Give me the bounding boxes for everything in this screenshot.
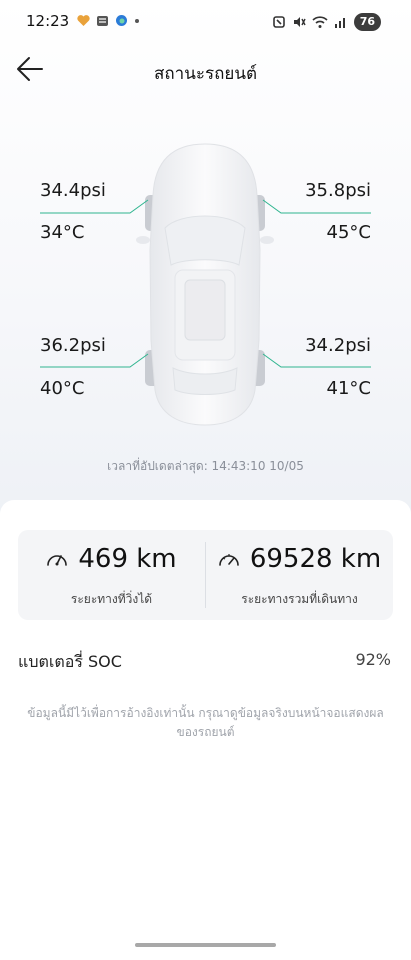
signal-icon (334, 18, 345, 28)
remaining-range: 469 km ระยะทางที่วิ่งได้ (18, 530, 205, 620)
rear-right-temp: 41°C (326, 378, 371, 399)
disclaimer-text: ข้อมูลนี้มีไว้เพื่อการอ้างอิงเท่านั้น กร… (27, 706, 384, 739)
front-right-temp: 45°C (326, 222, 371, 243)
car-status-area: 34.4psi 34°C 35.8psi 45°C 36.2psi 40°C 3… (0, 130, 411, 430)
remaining-range-value: 469 km (78, 544, 177, 574)
page-title: สถานะรถยนต์ (153, 64, 257, 84)
status-bar: 12:23 76 (0, 0, 411, 44)
front-right-pressure: 35.8psi (305, 180, 371, 201)
remaining-range-label: ระยะทางที่วิ่งได้ (70, 592, 153, 606)
rear-left-temp: 40°C (40, 378, 85, 399)
system-icons: 76 (272, 13, 381, 31)
range-card: 469 km ระยะทางที่วิ่งได้ 69528 km ระยะทา… (18, 530, 393, 620)
total-distance-value: 69528 km (249, 544, 382, 574)
front-left-temp: 34°C (40, 222, 85, 243)
box-app-icon (97, 16, 108, 26)
app-header: สถานะรถยนต์ (0, 48, 411, 92)
home-indicator[interactable] (135, 943, 276, 947)
edge-browser-icon (116, 15, 127, 26)
battery-soc-value: 92% (355, 650, 391, 669)
details-sheet: 469 km ระยะทางที่วิ่งได้ 69528 km ระยะทา… (0, 500, 411, 960)
speedometer-icon (47, 555, 68, 566)
battery-soc-label: แบตเตอรี่ SOC (18, 652, 122, 671)
dot-icon (135, 19, 139, 23)
total-distance-label: ระยะทางรวมที่เดินทาง (241, 592, 358, 606)
heart-app-icon (77, 15, 90, 26)
total-distance: 69528 km ระยะทางรวมที่เดินทาง (206, 530, 393, 620)
odometer-icon (219, 554, 239, 566)
last-update-time: เวลาที่อัปเดตล่าสุด: 14:43:10 10/05 (107, 459, 304, 473)
wifi-icon (312, 16, 328, 28)
battery-soc-row: แบตเตอรี่ SOC 92% (18, 650, 393, 674)
nfc-icon (272, 16, 285, 28)
front-left-pressure: 34.4psi (40, 180, 106, 201)
mute-icon (293, 17, 306, 27)
rear-right-pressure: 34.2psi (305, 335, 371, 356)
status-time: 12:23 (26, 12, 70, 30)
notification-icons (77, 14, 140, 27)
battery-indicator: 76 (353, 13, 381, 31)
rear-left-pressure: 36.2psi (40, 335, 106, 356)
